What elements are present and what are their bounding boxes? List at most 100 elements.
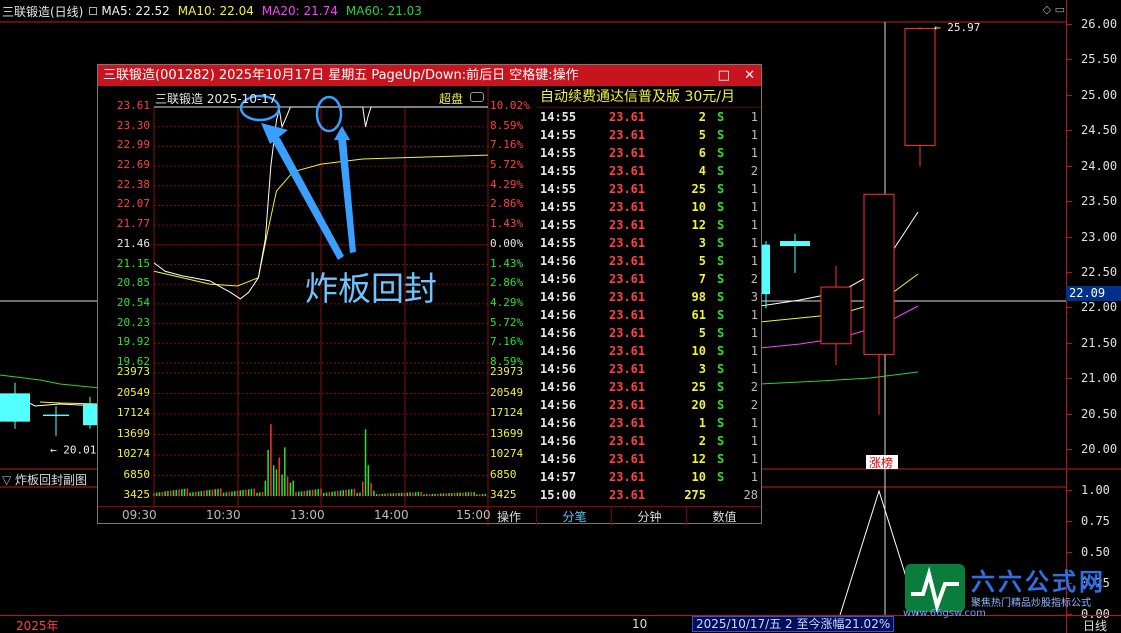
arrow-1-shaft [266,130,344,260]
tick-row[interactable]: 14:55 23.61 25 S 1 [537,181,761,199]
tick-row[interactable]: 14:56 23.61 61 S 1 [537,307,761,325]
tick-row[interactable]: 14:56 23.61 25 S 2 [537,379,761,397]
tab-operate[interactable]: 操作 [486,508,532,525]
tick-count: 1 [750,182,758,196]
tick-row[interactable]: 14:55 23.61 5 S 1 [537,127,761,145]
price-axis-tick: 23.61 [116,99,150,112]
intraday-stock-date: 三联锻造 2025-10-17 [155,92,277,106]
tick-row[interactable]: 14:56 23.61 1 S 1 [537,415,761,433]
tick-row[interactable]: 14:56 23.61 5 S 1 [537,253,761,271]
tick-row[interactable]: 14:56 23.61 5 S 1 [537,325,761,343]
candle-body-down [83,403,97,426]
popup-titlebar[interactable]: 三联锻造(001282) 2025年10月17日 星期五 PageUp/Down… [98,65,761,86]
tick-side: S [717,362,725,376]
tick-count: 28 [743,488,758,502]
tick-side: S [717,416,725,430]
candle-body-up [863,193,895,355]
percent-axis-tick: 2.86% [490,276,524,290]
crosshair-price-tag: 22.09 [1066,286,1121,301]
tab-ticks[interactable]: 分笔 [538,508,611,525]
close-icon[interactable]: ✕ [744,68,755,83]
tick-side: S [717,200,725,214]
tick-count: 1 [750,236,758,250]
tick-row[interactable]: 14:57 23.61 10 S 1 [537,469,761,487]
tick-price: 23.61 [609,164,646,178]
tick-row[interactable]: 14:55 23.61 10 S 1 [537,199,761,217]
tick-time: 14:55 [540,218,577,232]
tick-row[interactable]: 14:56 23.61 3 S 1 [537,361,761,379]
percent-axis-tick: 1.43% [490,217,524,231]
tab-minute[interactable]: 分钟 [613,508,686,525]
tick-count: 1 [750,362,758,376]
price-tick: 22.00 [1066,300,1118,315]
percent-axis-tick: 1.43% [490,256,524,270]
tick-time: 14:56 [540,362,577,376]
tick-time: 14:56 [540,254,577,268]
tick-row[interactable]: 14:56 23.61 2 S 1 [537,433,761,451]
price-axis-tick: 22.07 [116,197,150,211]
tick-side: S [717,344,725,358]
tick-row[interactable]: 14:55 23.61 12 S 1 [537,217,761,235]
tick-row[interactable]: 14:55 23.61 6 S 1 [537,145,761,163]
toggle-switch-icon[interactable] [470,92,484,102]
price-tick: 25.00 [1066,87,1118,102]
tick-volume: 12 [691,452,706,466]
sub-tick: 0.75 [1067,514,1110,528]
tick-time: 14:55 [540,236,577,250]
price-tick: 20.50 [1066,406,1118,421]
tick-price: 23.61 [609,218,646,232]
tick-volume: 2 [698,434,706,448]
volume-axis-tick: 20549 [116,385,150,399]
tick-time: 14:57 [540,470,577,484]
price-tick: 21.00 [1066,371,1118,386]
tick-count: 3 [750,290,758,304]
tick-volume: 2 [698,110,706,124]
price-axis-tick: 22.38 [116,177,150,191]
percent-axis-tick: 5.72% [490,158,524,172]
tick-row[interactable]: 14:56 23.61 98 S 3 [537,289,761,307]
tick-side: S [717,110,725,124]
tick-table[interactable]: 自动续费通达信普及版 30元/月 14:55 23.61 2 S 1 14:55 23.61… [537,86,761,502]
sub-tick: 1.00 [1067,483,1110,497]
price-axis-tick: 22.99 [116,138,150,152]
watermark-logo: 六六公式网 聚焦热门精品炒股指标公式 www.66gsw.com [903,560,1121,619]
tick-row[interactable]: 14:55 23.61 3 S 1 [537,235,761,253]
tick-row[interactable]: 14:56 23.61 10 S 1 [537,343,761,361]
tick-count: 1 [750,254,758,268]
tick-row[interactable]: 14:56 23.61 12 S 1 [537,451,761,469]
tick-count: 1 [750,344,758,358]
volume-axis-tick-right: 23973 [490,365,524,378]
window-control-icons[interactable]: ◇ ▭ [1043,3,1065,16]
maximize-icon[interactable]: □ [718,68,730,83]
period-label[interactable]: 日线 [1083,617,1107,633]
volume-axis-tick-right: 3425 [490,488,517,501]
tick-side: S [717,452,725,466]
tick-time: 14:56 [540,380,577,394]
tick-side: S [717,380,725,394]
high-price-label: ← 25.97 [934,21,980,34]
tick-count: 1 [750,308,758,322]
bar-number: 10 [632,617,648,631]
tick-row[interactable]: 14:56 23.61 7 S 2 [537,271,761,289]
price-axis-tick: 22.69 [116,158,150,172]
settings-square-icon[interactable] [89,7,98,15]
tick-time: 14:56 [540,290,577,304]
percent-axis-tick: 2.86% [490,197,524,211]
tick-row[interactable]: 14:56 23.61 20 S 2 [537,397,761,415]
tick-side: S [717,128,725,142]
tab-values[interactable]: 数值 [688,508,761,525]
tick-row[interactable]: 14:55 23.61 2 S 1 [537,109,761,127]
tick-row[interactable]: 14:55 23.61 4 S 2 [537,163,761,181]
tick-time: 14:55 [540,146,577,160]
tick-row[interactable]: 15:00 23.61 275 28 [537,487,761,505]
main-chart-header: 三联锻造(日线) MA5: 22.52 MA10: 22.04 MA20: 21… [0,0,1121,22]
ma10-line-left [39,401,101,405]
stock-terminal: ← 25.97 ← 20.01 涨榜 三联锻造(日线) MA5: 22.52 MA1… [0,0,1121,633]
ma60-readout: MA60: 21.03 [345,4,422,18]
tick-price: 23.61 [609,398,646,412]
chaopan-toggle[interactable]: 超盘 [439,90,463,107]
tick-price: 23.61 [609,362,646,376]
subscription-banner[interactable]: 自动续费通达信普及版 30元/月 [537,86,761,108]
tick-time: 14:56 [540,416,577,430]
annotation-label: 炸板回封 [305,269,437,308]
